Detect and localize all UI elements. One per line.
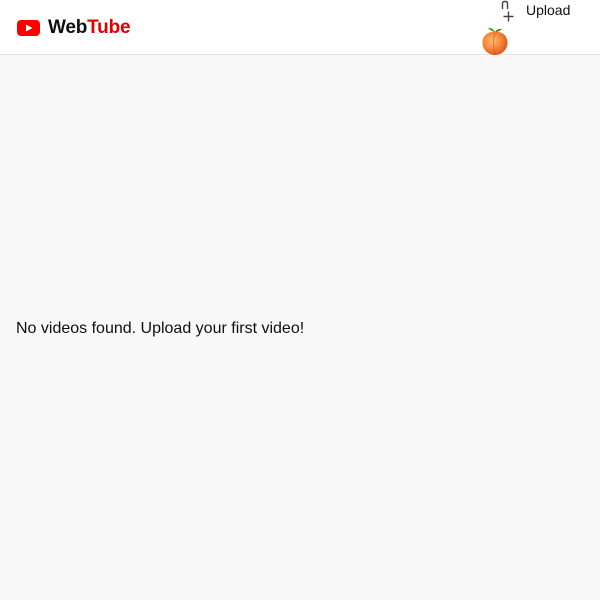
user-avatar[interactable] (480, 26, 510, 56)
webtube-logo[interactable]: WebTube (17, 17, 131, 39)
logo-text: WebTube (48, 17, 131, 39)
peach-avatar-icon (482, 27, 508, 55)
upload-button[interactable]: Upload (498, 0, 576, 24)
youtube-play-icon (17, 20, 40, 36)
logo-text-tube: Tube (87, 17, 131, 38)
upload-label: Upload (526, 2, 571, 18)
app-header: WebTube Upload (0, 0, 600, 55)
logo-text-web: Web (48, 17, 88, 38)
video-feed: No videos found. Upload your first video… (0, 55, 600, 600)
empty-state-message: No videos found. Upload your first video… (16, 320, 305, 337)
upload-add-icon (501, 0, 514, 22)
